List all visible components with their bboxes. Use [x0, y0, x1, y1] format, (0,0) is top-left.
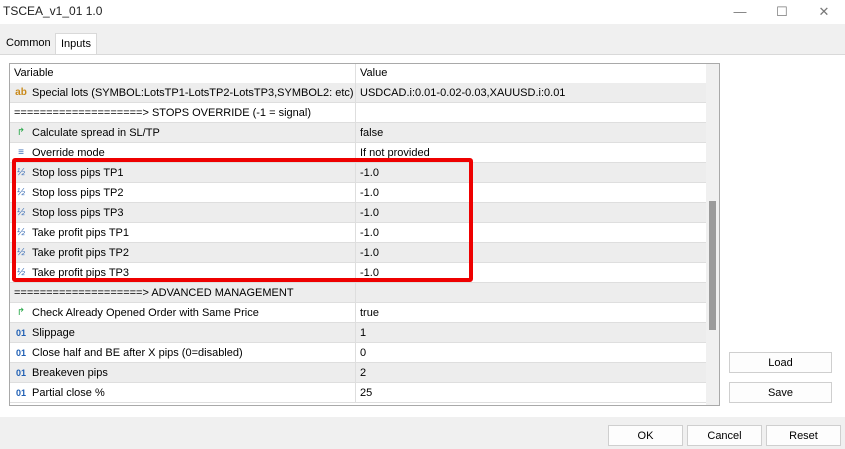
- parameter-value[interactable]: 0: [360, 347, 366, 359]
- column-divider[interactable]: [355, 64, 356, 83]
- parameter-value[interactable]: -1.0: [360, 207, 379, 219]
- parameter-value[interactable]: 25: [360, 387, 372, 399]
- table-row[interactable]: ≡ Override mode If not provided: [10, 143, 706, 163]
- bool-type-icon: ↱: [16, 307, 26, 318]
- parameter-name: Special lots (SYMBOL:LotsTP1-LotsTP2-Lot…: [32, 87, 354, 99]
- cell-divider: [355, 323, 356, 343]
- tab-inputs[interactable]: Inputs: [55, 33, 97, 54]
- cell-divider: [355, 283, 356, 303]
- parameter-name: Stop loss pips TP3: [32, 207, 124, 219]
- grid-header: Variable Value: [10, 64, 706, 84]
- table-row[interactable]: ab Special lots (SYMBOL:LotsTP1-LotsTP2-L…: [10, 83, 706, 103]
- parameter-name: Take profit pips TP3: [32, 267, 130, 279]
- enum-type-icon: ≡: [18, 147, 24, 158]
- cell-divider: [355, 123, 356, 143]
- minimize-icon[interactable]: —: [720, 2, 760, 22]
- cell-divider: [355, 83, 356, 103]
- parameter-name: ====================> ADVANCED MANAGEMEN…: [14, 287, 294, 299]
- table-row[interactable]: 01 Slippage 1: [10, 323, 706, 343]
- int-type-icon: 01: [15, 348, 26, 358]
- maximize-icon[interactable]: ☐: [762, 2, 802, 22]
- cell-divider: [355, 183, 356, 203]
- cell-divider: [355, 243, 356, 263]
- cell-divider: [355, 163, 356, 183]
- save-button[interactable]: Save: [729, 382, 832, 403]
- cell-divider: [355, 383, 356, 403]
- cell-divider: [355, 263, 356, 283]
- double-type-icon: ½: [16, 207, 26, 218]
- table-row[interactable]: ½ Take profit pips TP2 -1.0: [10, 243, 706, 263]
- int-type-icon: 01: [15, 388, 26, 398]
- inputs-panel: Variable Value ab Special lots (SYMBOL:Lo…: [0, 54, 845, 417]
- parameter-name: Stop loss pips TP2: [32, 187, 124, 199]
- table-row[interactable]: ½ Stop loss pips TP1 -1.0: [10, 163, 706, 183]
- parameter-value[interactable]: false: [360, 127, 383, 139]
- table-row[interactable]: ↱ Calculate spread in SL/TP false: [10, 123, 706, 143]
- parameter-value[interactable]: If not provided: [360, 147, 430, 159]
- parameter-value[interactable]: -1.0: [360, 187, 379, 199]
- table-row[interactable]: ½ Stop loss pips TP3 -1.0: [10, 203, 706, 223]
- double-type-icon: ½: [16, 247, 26, 258]
- table-row[interactable]: 01 Close half and BE after X pips (0=disa…: [10, 343, 706, 363]
- parameter-value[interactable]: 1: [360, 327, 366, 339]
- close-icon[interactable]: ✕: [804, 2, 844, 22]
- parameter-value[interactable]: -1.0: [360, 267, 379, 279]
- parameters-grid: Variable Value ab Special lots (SYMBOL:Lo…: [9, 63, 720, 406]
- parameter-value[interactable]: USDCAD.i:0.01-0.02-0.03,XAUUSD.i:0.01: [360, 87, 565, 99]
- cell-divider: [355, 103, 356, 123]
- column-header-variable[interactable]: Variable: [14, 67, 54, 79]
- cell-divider: [355, 143, 356, 163]
- grid-rows: ab Special lots (SYMBOL:LotsTP1-LotsTP2-L…: [10, 83, 706, 403]
- parameter-value[interactable]: -1.0: [360, 227, 379, 239]
- parameter-value[interactable]: 2: [360, 367, 366, 379]
- cell-divider: [355, 203, 356, 223]
- reset-button[interactable]: Reset: [766, 425, 841, 446]
- parameter-name: Take profit pips TP2: [32, 247, 130, 259]
- table-row[interactable]: ====================> ADVANCED MANAGEMEN…: [10, 283, 706, 303]
- parameter-name: Calculate spread in SL/TP: [32, 127, 160, 139]
- table-row[interactable]: ====================> STOPS OVERRIDE (-1…: [10, 103, 706, 123]
- parameter-value[interactable]: true: [360, 307, 379, 319]
- table-row[interactable]: ½ Take profit pips TP3 -1.0: [10, 263, 706, 283]
- ok-button[interactable]: OK: [608, 425, 683, 446]
- parameter-name: Stop loss pips TP1: [32, 167, 124, 179]
- table-row[interactable]: 01 Breakeven pips 2: [10, 363, 706, 383]
- parameter-name: Breakeven pips: [32, 367, 108, 379]
- cell-divider: [355, 223, 356, 243]
- cancel-button[interactable]: Cancel: [687, 425, 762, 446]
- cell-divider: [355, 343, 356, 363]
- vertical-scrollbar[interactable]: [706, 64, 719, 405]
- tab-strip: Common Inputs: [0, 24, 845, 54]
- bool-type-icon: ↱: [16, 127, 26, 138]
- parameter-name: Override mode: [32, 147, 105, 159]
- title-bar: TSCEA_v1_01 1.0 — ☐ ✕: [0, 0, 845, 24]
- column-header-value[interactable]: Value: [360, 67, 387, 79]
- parameter-name: Take profit pips TP1: [32, 227, 130, 239]
- table-row[interactable]: ½ Stop loss pips TP2 -1.0: [10, 183, 706, 203]
- parameter-name: ====================> STOPS OVERRIDE (-1…: [14, 107, 311, 119]
- int-type-icon: 01: [15, 328, 26, 338]
- tab-common[interactable]: Common: [1, 33, 56, 53]
- load-button[interactable]: Load: [729, 352, 832, 373]
- scrollbar-thumb[interactable]: [709, 201, 716, 330]
- table-row[interactable]: ↱ Check Already Opened Order with Same Pr…: [10, 303, 706, 323]
- cell-divider: [355, 303, 356, 323]
- table-row[interactable]: 01 Partial close % 25: [10, 383, 706, 403]
- parameter-name: Close half and BE after X pips (0=disabl…: [32, 347, 243, 359]
- int-type-icon: 01: [15, 368, 26, 378]
- parameter-name: Partial close %: [32, 387, 105, 399]
- double-type-icon: ½: [16, 167, 26, 178]
- table-row[interactable]: ½ Take profit pips TP1 -1.0: [10, 223, 706, 243]
- double-type-icon: ½: [16, 227, 26, 238]
- parameter-value[interactable]: -1.0: [360, 247, 379, 259]
- parameter-name: Check Already Opened Order with Same Pri…: [32, 307, 259, 319]
- double-type-icon: ½: [16, 267, 26, 278]
- double-type-icon: ½: [16, 187, 26, 198]
- parameter-name: Slippage: [32, 327, 75, 339]
- cell-divider: [355, 363, 356, 383]
- parameter-value[interactable]: -1.0: [360, 167, 379, 179]
- window-title: TSCEA_v1_01 1.0: [3, 4, 103, 18]
- string-type-icon: ab: [15, 87, 27, 98]
